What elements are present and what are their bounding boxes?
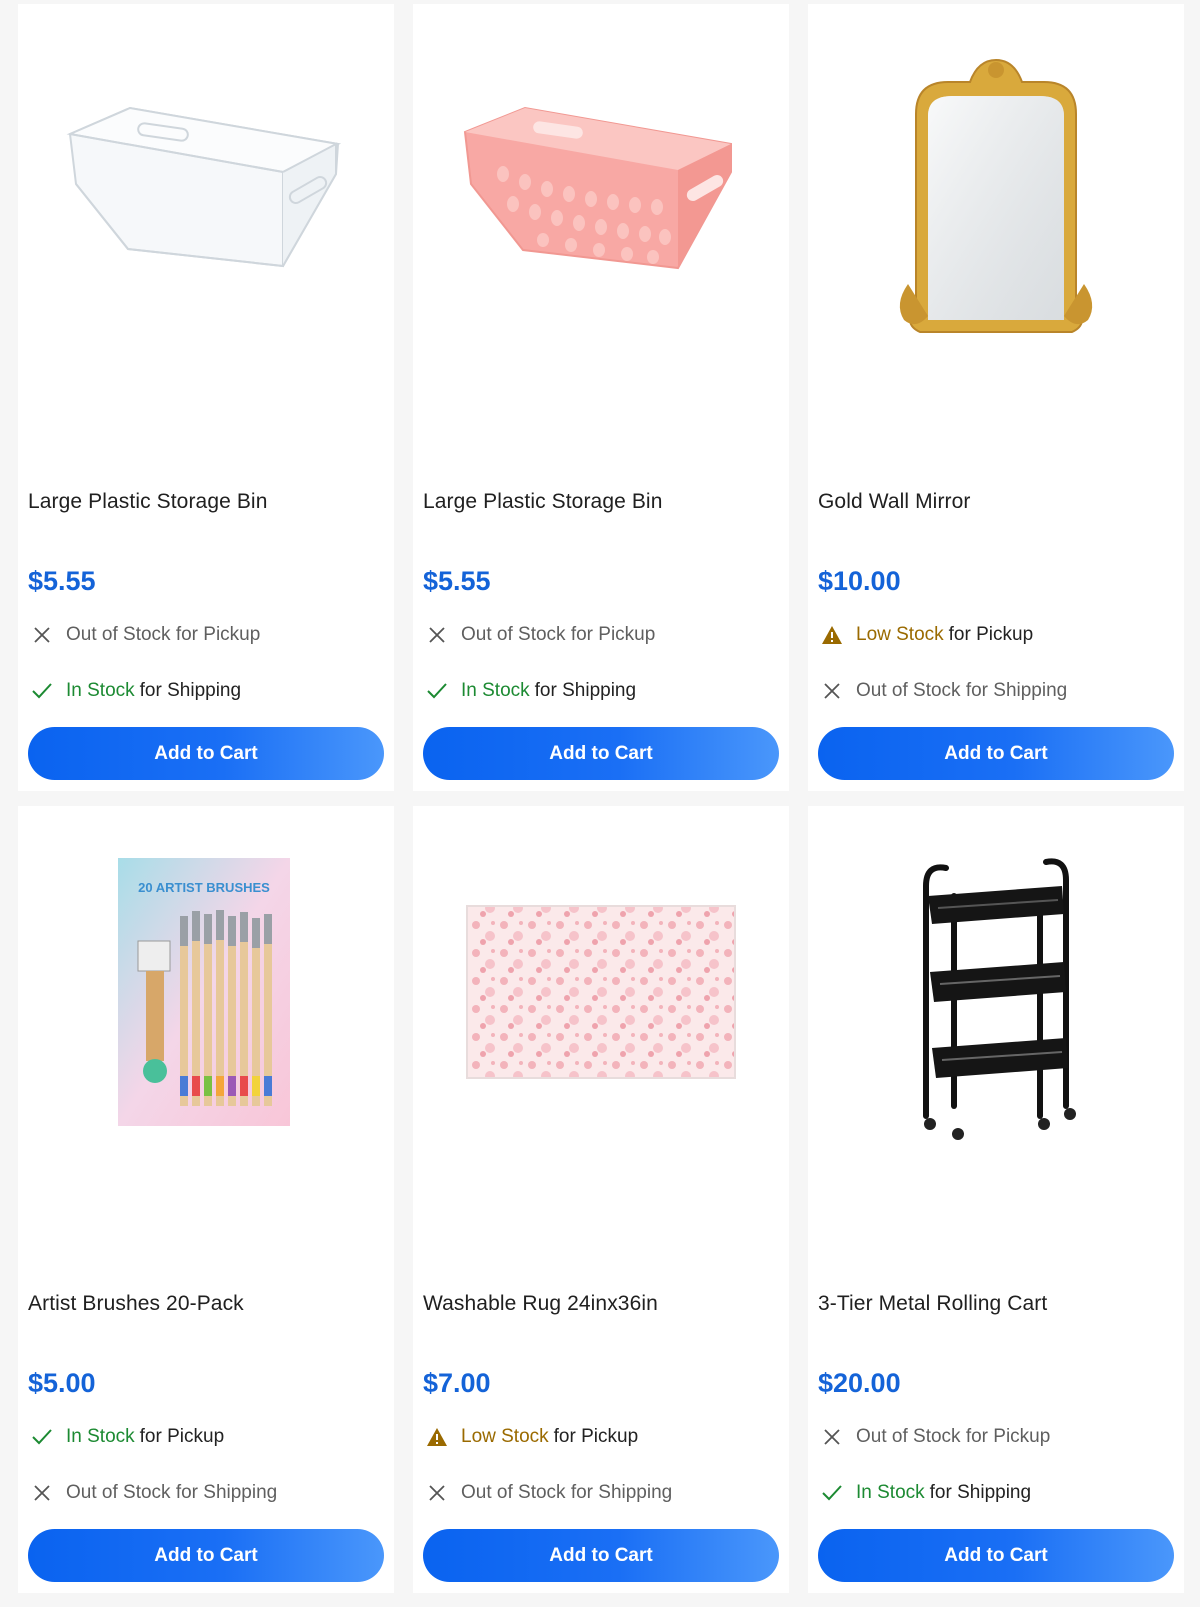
warning-icon <box>425 1425 449 1449</box>
pickup-status-rest: for Pickup <box>553 1426 639 1447</box>
pickup-status-highlight: Low Stock <box>856 624 944 645</box>
shipping-status-text: Out of Stock for Shipping <box>66 1482 278 1503</box>
gold-mirror-image[interactable] <box>808 4 1184 444</box>
pickup-status: Low Stock for Pickup <box>425 1425 638 1449</box>
pickup-status-highlight: In Stock <box>66 1426 135 1447</box>
shipping-status-highlight: In Stock <box>856 1482 925 1503</box>
pickup-status-text: Out of Stock for Pickup <box>461 624 656 645</box>
product-price: $7.00 <box>423 1368 491 1398</box>
product-title[interactable]: Gold Wall Mirror <box>818 490 971 514</box>
product-price: $5.55 <box>28 566 96 596</box>
pickup-status-rest: for Pickup <box>139 1426 225 1447</box>
product-card[interactable]: Large Plastic Storage Bin $5.55 Out of S… <box>413 4 789 791</box>
product-title[interactable]: Large Plastic Storage Bin <box>423 490 662 514</box>
pickup-status: Out of Stock for Pickup <box>820 1425 1050 1449</box>
add-to-cart-button[interactable]: Add to Cart <box>423 727 779 780</box>
checkmark-icon <box>30 1425 54 1449</box>
close-icon <box>425 1481 449 1505</box>
shipping-status: In Stock for Shipping <box>425 679 636 703</box>
pink-storage-bin-image[interactable] <box>413 4 789 444</box>
close-icon <box>820 1425 844 1449</box>
product-title[interactable]: Washable Rug 24inx36in <box>423 1292 658 1316</box>
shipping-status-highlight: In Stock <box>66 680 135 701</box>
product-price: $5.00 <box>28 1368 96 1398</box>
artist-brushes-image[interactable]: 20 ARTIST BRUSHES <box>18 806 394 1246</box>
shipping-status: Out of Stock for Shipping <box>30 1481 277 1505</box>
shipping-status: In Stock for Shipping <box>820 1481 1031 1505</box>
shipping-status-text: Out of Stock for Shipping <box>856 680 1068 701</box>
clear-storage-bin-image[interactable] <box>18 4 394 444</box>
shipping-status-highlight: In Stock <box>461 680 530 701</box>
checkmark-icon <box>425 679 449 703</box>
product-price: $5.55 <box>423 566 491 596</box>
product-price: $10.00 <box>818 566 901 596</box>
product-grid: Large Plastic Storage Bin $5.55 Out of S… <box>18 4 1184 1593</box>
add-to-cart-button[interactable]: Add to Cart <box>423 1529 779 1582</box>
product-card[interactable]: 20 ARTIST BRUSHES Artist Brushes 20-Pack… <box>18 806 394 1593</box>
add-to-cart-button[interactable]: Add to Cart <box>818 727 1174 780</box>
product-title[interactable]: Large Plastic Storage Bin <box>28 490 267 514</box>
product-card[interactable]: Large Plastic Storage Bin $5.55 Out of S… <box>18 4 394 791</box>
add-to-cart-button[interactable]: Add to Cart <box>28 1529 384 1582</box>
pickup-status: Low Stock for Pickup <box>820 623 1033 647</box>
warning-icon <box>820 623 844 647</box>
shipping-status: Out of Stock for Shipping <box>425 1481 672 1505</box>
shipping-status-rest: for Shipping <box>139 680 242 701</box>
product-card[interactable]: 3-Tier Metal Rolling Cart $20.00 Out of … <box>808 806 1184 1593</box>
close-icon <box>30 1481 54 1505</box>
pickup-status-highlight: Low Stock <box>461 1426 549 1447</box>
close-icon <box>30 623 54 647</box>
add-to-cart-button[interactable]: Add to Cart <box>28 727 384 780</box>
shipping-status: Out of Stock for Shipping <box>820 679 1067 703</box>
pickup-status: In Stock for Pickup <box>30 1425 224 1449</box>
pickup-status: Out of Stock for Pickup <box>30 623 260 647</box>
close-icon <box>820 679 844 703</box>
pickup-status-rest: for Pickup <box>948 624 1034 645</box>
pickup-status-text: Out of Stock for Pickup <box>856 1426 1051 1447</box>
checkmark-icon <box>820 1481 844 1505</box>
product-card[interactable]: Gold Wall Mirror $10.00 Low Stock for Pi… <box>808 4 1184 791</box>
add-to-cart-button[interactable]: Add to Cart <box>818 1529 1174 1582</box>
shipping-status: In Stock for Shipping <box>30 679 241 703</box>
shipping-status-rest: for Shipping <box>534 680 637 701</box>
pickup-status-text: Out of Stock for Pickup <box>66 624 261 645</box>
product-title[interactable]: Artist Brushes 20-Pack <box>28 1292 244 1316</box>
rolling-cart-image[interactable] <box>808 806 1184 1246</box>
product-title[interactable]: 3-Tier Metal Rolling Cart <box>818 1292 1047 1316</box>
close-icon <box>425 623 449 647</box>
shipping-status-rest: for Shipping <box>929 1482 1032 1503</box>
shipping-status-text: Out of Stock for Shipping <box>461 1482 673 1503</box>
pink-floral-rug-image[interactable] <box>413 806 789 1246</box>
checkmark-icon <box>30 679 54 703</box>
product-price: $20.00 <box>818 1368 901 1398</box>
product-card[interactable]: Washable Rug 24inx36in $7.00 Low Stock f… <box>413 806 789 1593</box>
pickup-status: Out of Stock for Pickup <box>425 623 655 647</box>
package-label: 20 ARTIST BRUSHES <box>138 880 270 895</box>
